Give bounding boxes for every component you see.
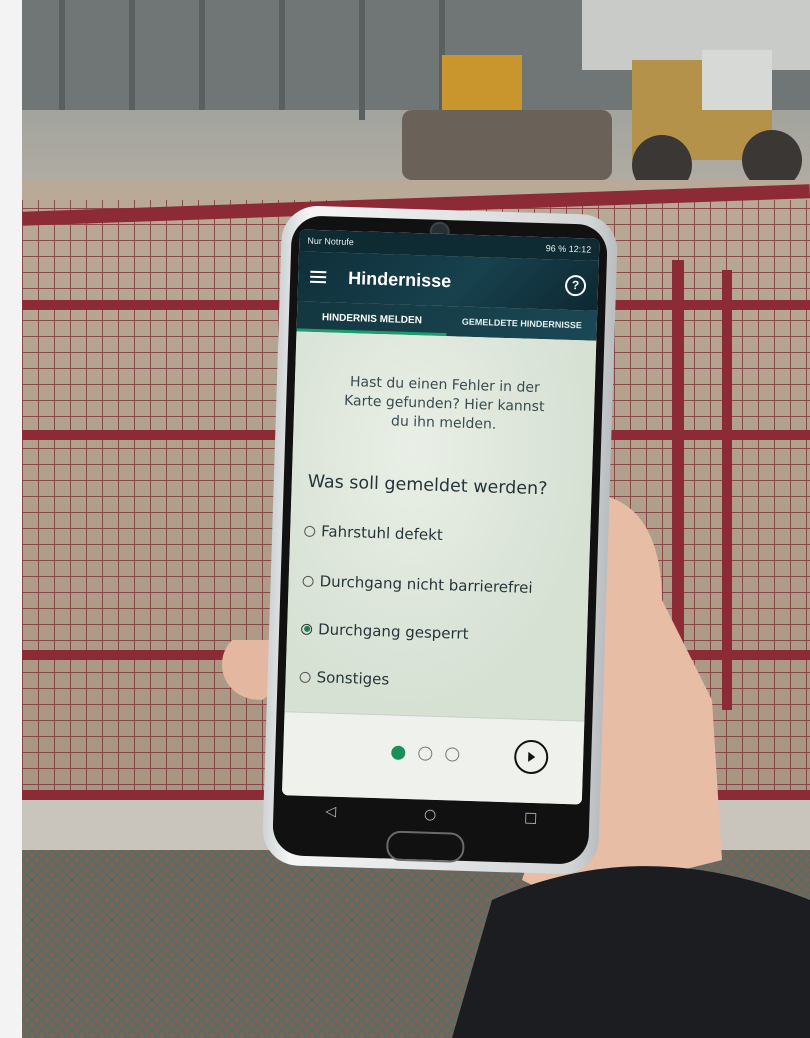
radio-checked-icon[interactable] [300, 623, 313, 635]
option-label: Sonstiges [316, 668, 390, 689]
option-durchgang-nicht-barrierefrei[interactable]: Durchgang nicht barrierefrei [302, 572, 533, 597]
photo: Nur Notrufe 96 % 12:12 Hindernisse ? HIN… [22, 0, 810, 1038]
tab-hindernis-melden[interactable]: HINDERNIS MELDEN [296, 301, 447, 336]
option-label: Durchgang nicht barrierefrei [319, 572, 533, 597]
app-screen: Nur Notrufe 96 % 12:12 Hindernisse ? HIN… [281, 229, 600, 805]
home-nav-icon[interactable]: ○ [424, 807, 437, 823]
option-sonstiges[interactable]: Sonstiges [299, 668, 390, 689]
intro-text: Hast du einen Fehler in der Karte gefund… [343, 374, 545, 433]
option-label: Fahrstuhl defekt [320, 522, 444, 545]
physical-home-button[interactable] [385, 830, 465, 863]
recents-nav-icon[interactable]: □ [524, 810, 538, 826]
status-battery-time: 96 % 12:12 [545, 243, 592, 255]
radio-unchecked-icon[interactable] [302, 575, 314, 587]
radio-unchecked-icon[interactable] [299, 671, 311, 683]
hamburger-icon[interactable] [310, 270, 327, 284]
form-content: Hast du einen Fehler in der Karte gefund… [284, 331, 597, 721]
status-carrier: Nur Notrufe [307, 235, 355, 248]
smartphone: Nur Notrufe 96 % 12:12 Hindernisse ? HIN… [261, 204, 619, 876]
page-indicator [391, 745, 460, 762]
option-fahrstuhl-defekt[interactable]: Fahrstuhl defekt [304, 522, 443, 544]
radio-unchecked-icon[interactable] [304, 525, 316, 537]
help-icon[interactable]: ? [564, 274, 587, 296]
wizard-footer [281, 712, 585, 805]
play-arrow-icon [528, 751, 536, 762]
page-dot [418, 746, 433, 761]
page-dot [445, 747, 460, 762]
tab-gemeldete-hindernisse[interactable]: GEMELDETE HINDERNISSE [446, 306, 597, 341]
option-durchgang-gesperrt[interactable]: Durchgang gesperrt [300, 620, 469, 643]
app-title: Hindernisse [347, 267, 452, 291]
next-button[interactable] [513, 739, 549, 775]
question-heading: Was soll gemeldet werden? [307, 471, 548, 500]
option-label: Durchgang gesperrt [317, 620, 469, 643]
back-nav-icon[interactable]: ◁ [325, 804, 336, 820]
page-dot-active [391, 745, 406, 761]
